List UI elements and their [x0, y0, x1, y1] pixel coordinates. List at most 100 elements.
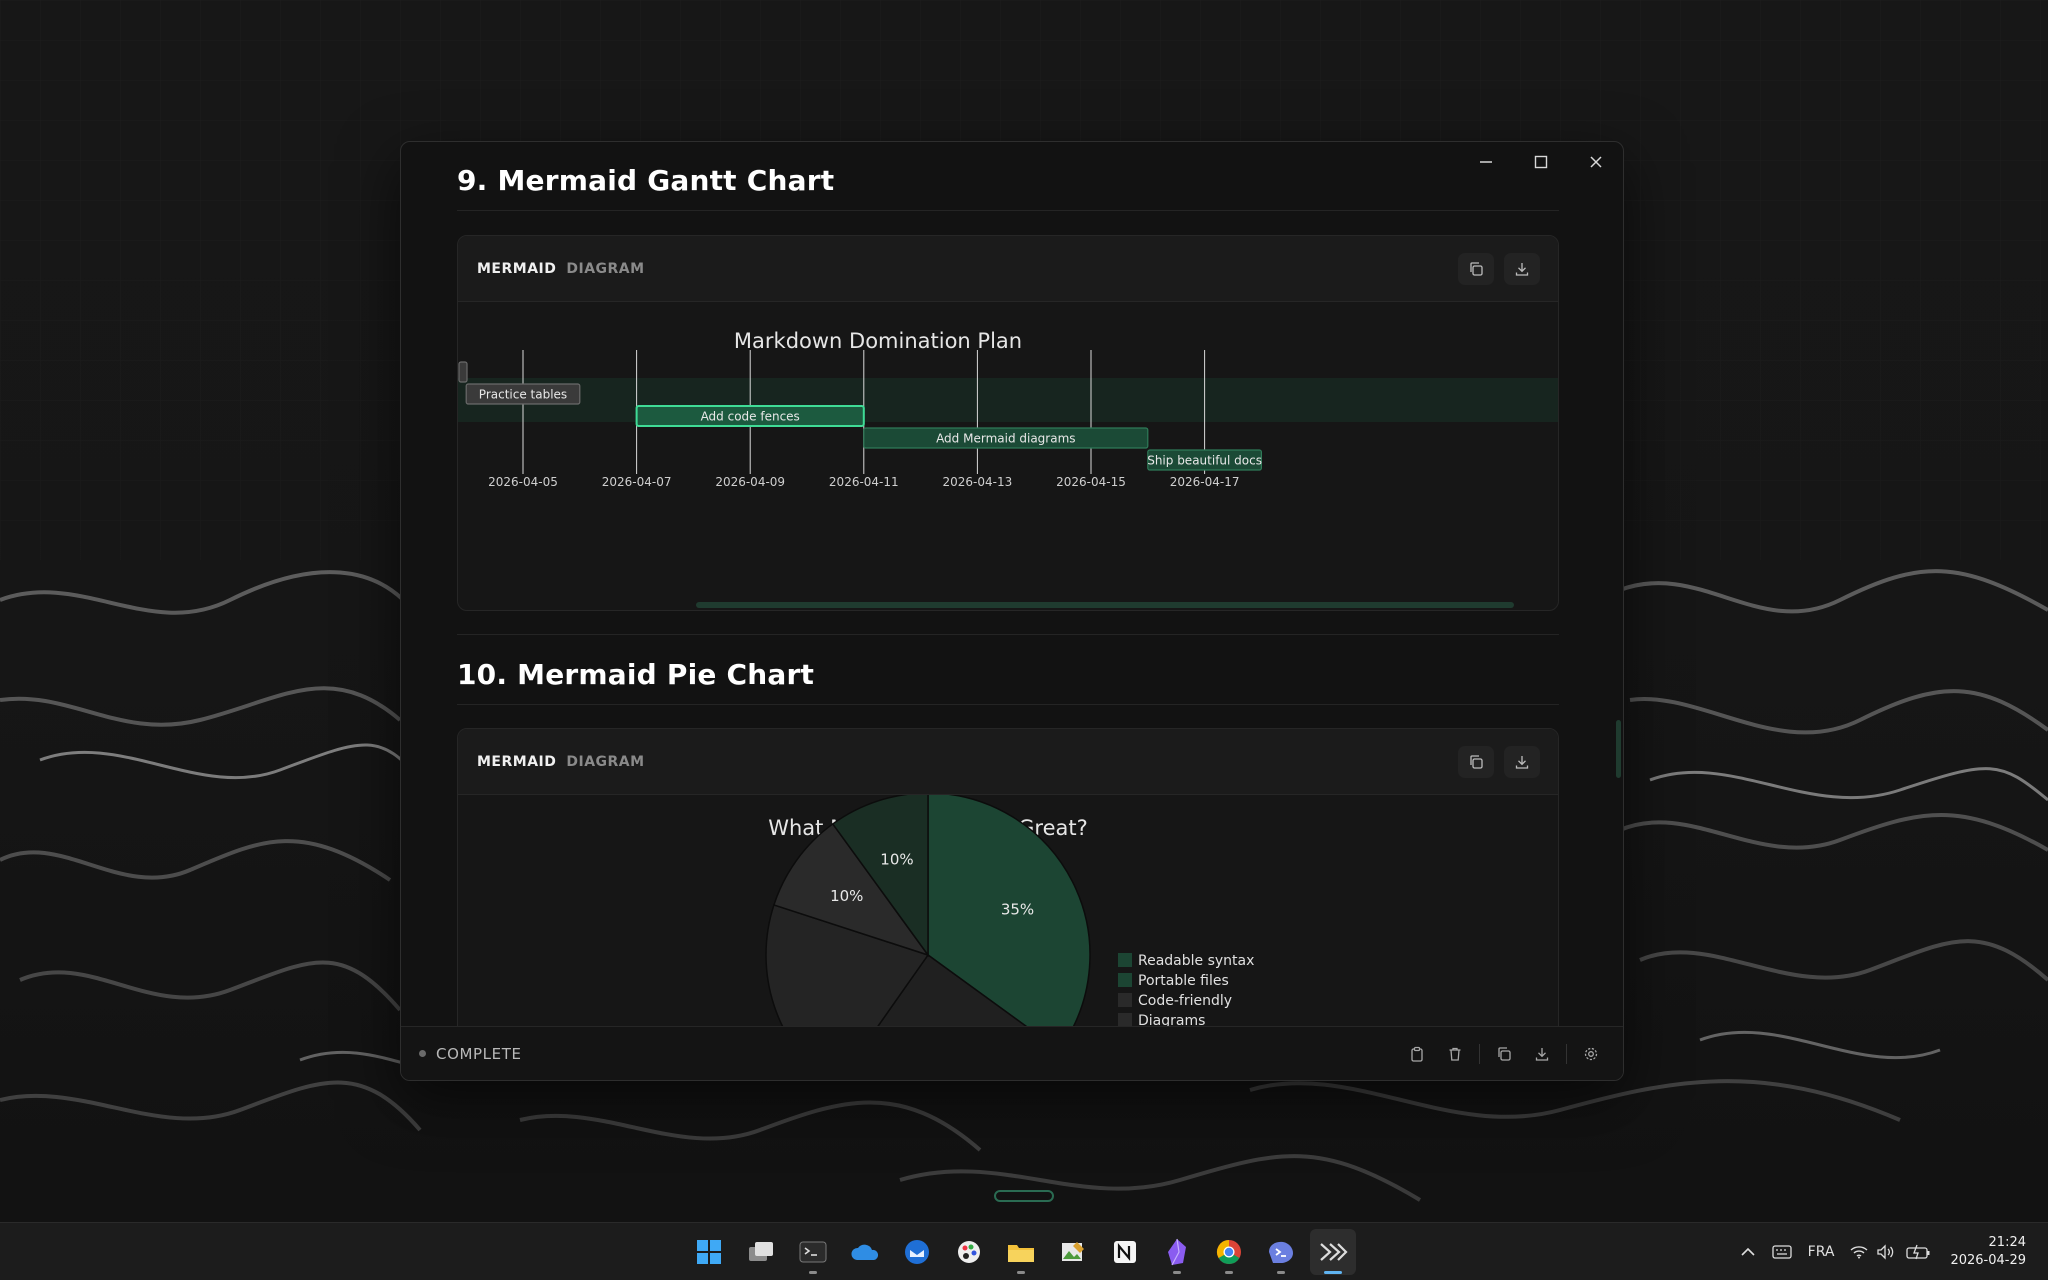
- running-indicator: [809, 1271, 817, 1274]
- gantt-tick-label: 2026-04-09: [715, 475, 785, 489]
- legend-swatch: [1118, 1013, 1132, 1026]
- keyboard-icon: [1771, 1245, 1792, 1259]
- language-tag: MERMAID: [477, 753, 557, 770]
- download-button[interactable]: [1504, 746, 1540, 778]
- download-icon: [1515, 263, 1529, 276]
- gantt-title: Markdown Domination Plan: [734, 329, 1022, 353]
- windows-start-icon: [697, 1240, 721, 1264]
- gantt-tick-label: 2026-04-07: [602, 475, 672, 489]
- close-button[interactable]: [1568, 142, 1623, 182]
- gantt-task-label: Practice tables: [479, 388, 567, 402]
- task-view-icon: [749, 1242, 773, 1261]
- active-indicator: [1324, 1271, 1342, 1274]
- minimize-button[interactable]: [1458, 142, 1513, 182]
- markdown-app-icon: [1320, 1243, 1348, 1261]
- pie-slice-label: 10%: [880, 850, 913, 868]
- input-language[interactable]: FRA: [1808, 1244, 1835, 1260]
- gantt-chart: Markdown Domination Plan Practice tables…: [458, 329, 1558, 608]
- settings-button[interactable]: [1577, 1040, 1605, 1068]
- copy-button[interactable]: [1458, 746, 1494, 778]
- export-button[interactable]: [1528, 1040, 1556, 1068]
- network-volume-battery-group[interactable]: [1850, 1244, 1932, 1260]
- language-tag: MERMAID: [477, 260, 557, 277]
- card-header: MERMAID DIAGRAM: [458, 729, 1558, 795]
- document-content[interactable]: 9. Mermaid Gantt Chart MERMAID DIAGRAM M…: [401, 142, 1623, 1026]
- gesture-handle[interactable]: [994, 1190, 1054, 1202]
- toolbar-separator: [1566, 1044, 1567, 1064]
- status-label: COMPLETE: [436, 1044, 522, 1063]
- horizontal-scrollbar[interactable]: [696, 602, 1514, 608]
- copy-all-button[interactable]: [1490, 1040, 1518, 1068]
- legend-label: Diagrams: [1138, 1013, 1205, 1026]
- taskbar-thunderbird[interactable]: [894, 1229, 940, 1275]
- maximize-icon: [1534, 155, 1547, 169]
- running-indicator: [1017, 1271, 1025, 1274]
- app-window: 9. Mermaid Gantt Chart MERMAID DIAGRAM M…: [400, 141, 1624, 1081]
- battery-charging-icon: [1906, 1244, 1930, 1260]
- taskbar-onedrive[interactable]: [842, 1229, 888, 1275]
- gantt-tick-label: 2026-04-05: [488, 475, 558, 489]
- taskbar-paint[interactable]: [946, 1229, 992, 1275]
- file-explorer-icon: [1008, 1245, 1034, 1262]
- gantt-tick-label: 2026-04-11: [829, 475, 899, 489]
- trash-icon: [1449, 1047, 1461, 1061]
- gantt-task-bar[interactable]: [458, 361, 468, 383]
- clock[interactable]: 21:24 2026-04-29: [1950, 1234, 2026, 1270]
- taskbar-chrome[interactable]: [1206, 1229, 1252, 1275]
- window-controls: [1458, 142, 1623, 182]
- toolbar-separator: [1479, 1044, 1480, 1064]
- taskbar-file-explorer[interactable]: [998, 1229, 1044, 1275]
- copy-icon: [1470, 755, 1483, 769]
- legend-swatch: [1118, 973, 1132, 987]
- start-button[interactable]: [686, 1229, 732, 1275]
- running-indicator: [1277, 1271, 1285, 1274]
- taskbar-apps: [686, 1223, 1356, 1280]
- gantt-tick-label: 2026-04-13: [943, 475, 1013, 489]
- copy-icon: [1498, 1047, 1511, 1061]
- obsidian-icon: [1168, 1238, 1186, 1266]
- taskbar-image-editor[interactable]: [1050, 1229, 1096, 1275]
- copy-button[interactable]: [1458, 253, 1494, 285]
- legend-label: Code-friendly: [1138, 993, 1232, 1009]
- chrome-icon: [1216, 1240, 1241, 1265]
- taskbar-task-view[interactable]: [738, 1229, 784, 1275]
- section-heading-gantt: 9. Mermaid Gantt Chart: [457, 164, 835, 197]
- volume-icon: [1877, 1244, 1894, 1260]
- chevron-up-icon: [1741, 1247, 1755, 1256]
- pie-chart: What Makes Markdown Great? 35%10%10% Rea…: [765, 795, 1254, 1026]
- legend-swatch: [1118, 993, 1132, 1007]
- close-icon: [1589, 156, 1602, 168]
- maximize-button[interactable]: [1513, 142, 1568, 182]
- status-dot: [419, 1050, 426, 1057]
- paste-button[interactable]: [1403, 1040, 1431, 1068]
- clipboard-icon: [1411, 1046, 1423, 1062]
- section-divider: [457, 704, 1559, 705]
- taskbar-markdown-app[interactable]: [1310, 1229, 1356, 1275]
- legend-label: Readable syntax: [1138, 953, 1254, 969]
- gantt-tick-label: 2026-04-17: [1170, 475, 1240, 489]
- powershell-icon: [1269, 1241, 1293, 1263]
- download-button[interactable]: [1504, 253, 1540, 285]
- tray-overflow-button[interactable]: [1740, 1246, 1756, 1258]
- clear-button[interactable]: [1441, 1040, 1469, 1068]
- minimize-icon: [1479, 161, 1492, 163]
- taskbar-powershell[interactable]: [1258, 1229, 1304, 1275]
- gantt-task-label: Add Mermaid diagrams: [936, 432, 1075, 446]
- thunderbird-icon: [905, 1240, 929, 1264]
- image-editor-icon: [1062, 1242, 1084, 1261]
- paint-icon: [958, 1241, 980, 1263]
- running-indicator: [1173, 1271, 1181, 1274]
- section-divider: [457, 634, 1559, 635]
- legend-swatch: [1118, 953, 1132, 967]
- download-icon: [1515, 756, 1529, 769]
- taskbar-terminal[interactable]: [790, 1229, 836, 1275]
- taskbar-notion[interactable]: [1102, 1229, 1148, 1275]
- gantt-tick-label: 2026-04-15: [1056, 475, 1126, 489]
- keyboard-button[interactable]: [1771, 1245, 1792, 1259]
- taskbar-obsidian[interactable]: [1154, 1229, 1200, 1275]
- vertical-scrollbar[interactable]: [1616, 720, 1621, 778]
- download-icon: [1535, 1048, 1549, 1061]
- taskbar: FRA 21:24 2026-04-29: [0, 1222, 2048, 1280]
- wifi-icon: [1850, 1246, 1868, 1259]
- terminal-icon: [799, 1241, 827, 1263]
